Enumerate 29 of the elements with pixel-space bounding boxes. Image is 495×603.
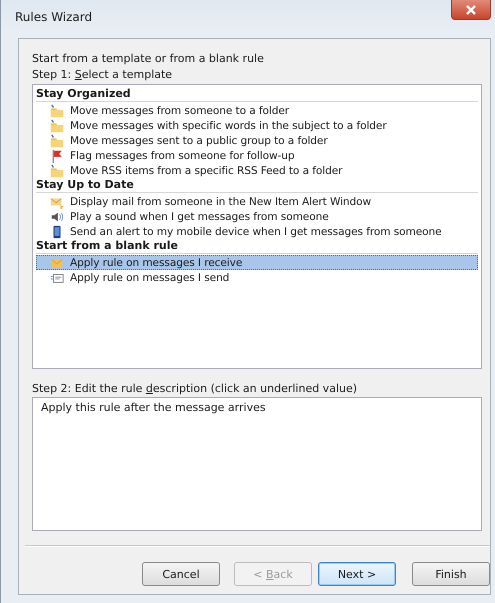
- intro-text: Start from a template or from a blank rule: [32, 51, 265, 67]
- close-button[interactable]: [451, 0, 491, 20]
- window-title: Rules Wizard: [15, 10, 92, 24]
- flag-icon: [50, 148, 64, 162]
- step-label: Step 1: Select a template: [32, 67, 174, 83]
- template-item[interactable]: Move RSS items from a specific RSS Feed to a folder: [36, 163, 478, 178]
- template-item[interactable]: Apply rule on messages I send: [36, 270, 478, 285]
- template-item[interactable]: Send an alert to my mobile device when I get messages from someone: [36, 224, 478, 239]
- folder-icon: [50, 118, 64, 132]
- speaker-icon: [50, 210, 64, 224]
- template-item[interactable]: Display mail from someone in the New Item Alert Window: [36, 194, 478, 209]
- step-label: Step 2: Edit the rule description (click an underlined value): [32, 381, 358, 397]
- wizard-button[interactable]: Cancel: [142, 562, 220, 586]
- template-item[interactable]: Move messages with specific words in the subject to a folder: [36, 118, 478, 133]
- template-item[interactable]: Move messages from someone to a folder: [36, 103, 478, 118]
- group-header: Start from a blank rule: [36, 239, 478, 254]
- group-header: Stay Organized: [36, 87, 478, 102]
- template-item[interactable]: Flag messages from someone for follow-up: [36, 148, 478, 163]
- close-icon: [465, 4, 477, 14]
- wizard-button[interactable]: Finish: [412, 562, 490, 586]
- group-header: Stay Up to Date: [36, 178, 478, 193]
- template-item[interactable]: Play a sound when I get messages from someone: [36, 209, 478, 224]
- folder-icon: [50, 164, 64, 178]
- folder-icon: [50, 134, 64, 148]
- description-text: Apply this rule after the message arrives: [41, 401, 266, 414]
- folder-icon: [50, 104, 64, 118]
- template-item[interactable]: Apply rule on messages I receive: [36, 255, 478, 270]
- wizard-button[interactable]: Next >: [318, 562, 396, 586]
- template-item[interactable]: Move messages sent to a public group to a folder: [36, 133, 478, 148]
